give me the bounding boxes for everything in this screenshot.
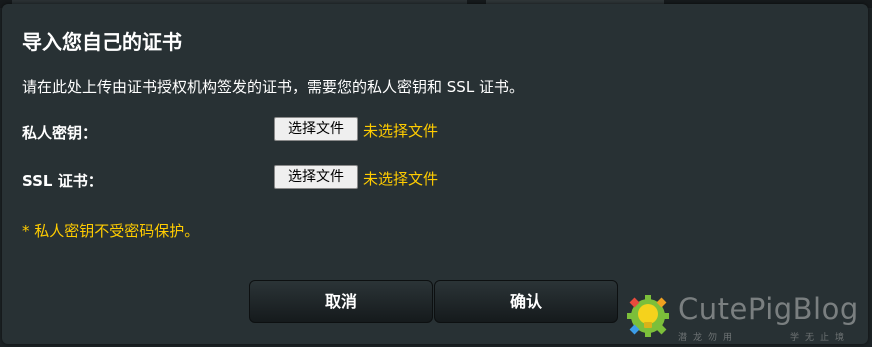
watermark: CutePigBlog 潜龙勿用 学无止境	[622, 290, 870, 346]
ssl-certificate-file-status: 未选择文件	[363, 170, 439, 188]
watermark-text: CutePigBlog	[678, 292, 859, 326]
password-protection-note: * 私人密钥不受密码保护。	[22, 222, 200, 240]
ssl-certificate-choose-file-button[interactable]: 选择文件	[274, 165, 358, 189]
confirm-button[interactable]: 确认	[434, 280, 618, 323]
watermark-subtext-right: 学无止境	[790, 333, 851, 343]
watermark-subtext-left: 潜龙勿用	[678, 333, 739, 343]
private-key-file-status: 未选择文件	[363, 122, 439, 140]
ssl-certificate-label: SSL 证书：	[22, 172, 103, 190]
private-key-choose-file-button[interactable]: 选择文件	[274, 117, 358, 141]
dialog-title: 导入您自己的证书	[22, 30, 182, 54]
lightbulb-gear-icon	[627, 295, 669, 337]
cancel-button[interactable]: 取消	[249, 280, 433, 323]
private-key-label: 私人密钥：	[22, 124, 98, 142]
dialog-description: 请在此处上传由证书授权机构签发的证书，需要您的私人密钥和 SSL 证书。	[22, 78, 524, 96]
